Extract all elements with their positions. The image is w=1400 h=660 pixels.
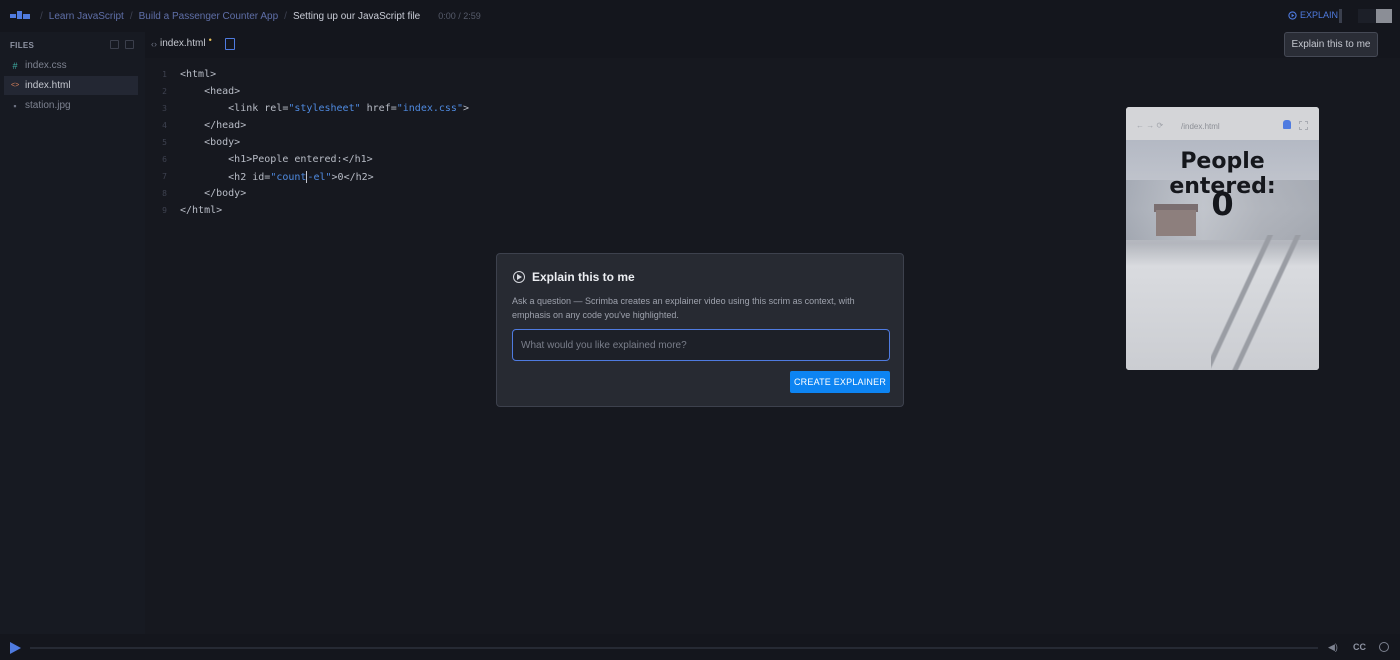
time-display: 0:00 / 2:59	[438, 11, 481, 21]
explain-label: EXPLAIN	[1300, 10, 1339, 20]
breadcrumb-lesson: Setting up our JavaScript file	[292, 10, 421, 22]
layout-toggle-right[interactable]	[1376, 9, 1392, 23]
preview-count: 0	[1211, 185, 1234, 223]
html-file-icon: <>	[11, 82, 20, 89]
explain-button[interactable]: EXPLAIN	[1288, 10, 1338, 20]
explain-question-input[interactable]	[512, 329, 890, 361]
bell-icon[interactable]	[1283, 120, 1291, 129]
editor-tabs: ‹› index.html •	[145, 32, 1400, 58]
new-file-icon[interactable]	[110, 40, 119, 49]
play-icon[interactable]	[10, 642, 21, 654]
play-circle-icon	[513, 271, 525, 283]
code-line: 2 <head>	[162, 86, 241, 97]
file-label: station.jpg	[25, 100, 71, 111]
settings-icon[interactable]	[1379, 642, 1389, 652]
code-line: 8 </body>	[162, 188, 247, 199]
file-item-station-jpg[interactable]: ▪ station.jpg	[4, 96, 138, 115]
captions-button[interactable]: CC	[1353, 642, 1366, 652]
breadcrumb-module[interactable]: Build a Passenger Counter App	[139, 11, 279, 22]
code-line: 3 <link rel="stylesheet" href="index.css…	[162, 103, 470, 114]
divider	[1339, 9, 1342, 23]
player-bar: ◀) CC	[0, 634, 1400, 660]
code-line: 5 <body>	[162, 137, 241, 148]
file-item-index-html[interactable]: <> index.html	[4, 76, 138, 95]
new-folder-icon[interactable]	[125, 40, 134, 49]
code-line: 6 <h1>People entered:</h1>	[162, 154, 373, 165]
code-line: 1 <html>	[162, 69, 217, 80]
file-label: index.css	[25, 60, 67, 71]
code-line: 4 </head>	[162, 120, 247, 131]
image-file-icon: ▪	[13, 100, 17, 111]
expand-icon[interactable]	[1299, 121, 1308, 130]
breadcrumb-course[interactable]: Learn JavaScript	[49, 11, 124, 22]
new-file-tab-icon[interactable]	[225, 38, 235, 50]
explain-icon	[1288, 10, 1297, 20]
preview-nav-icons[interactable]: ← → ⟳	[1136, 121, 1163, 130]
modal-title: Explain this to me	[532, 270, 635, 284]
explain-modal: Explain this to me Ask a question — Scri…	[496, 253, 904, 407]
breadcrumb: / Learn JavaScript / Build a Passenger C…	[40, 10, 481, 22]
html-tab-icon: ‹›	[151, 38, 157, 49]
file-label: index.html	[25, 80, 71, 91]
modified-indicator: •	[208, 34, 212, 45]
modal-description: Ask a question — Scrimba creates an expl…	[512, 296, 855, 320]
files-sidebar: FILES # index.css <> index.html ▪ statio…	[0, 32, 145, 634]
progress-bar[interactable]	[30, 647, 1318, 649]
scrimba-logo-icon[interactable]	[10, 11, 30, 21]
volume-icon[interactable]: ◀)	[1328, 642, 1339, 652]
preview-toolbar: ← → ⟳ /index.html	[1126, 107, 1319, 140]
preview-url: /index.html	[1181, 122, 1220, 131]
create-explainer-button[interactable]: CREATE EXPLAINER	[790, 371, 890, 393]
file-item-index-css[interactable]: # index.css	[4, 56, 138, 75]
css-file-icon: #	[12, 60, 18, 71]
code-line: 7 <h2 id="count-el">0</h2>	[162, 170, 374, 183]
code-line: 9 </html>	[162, 205, 223, 216]
browser-preview: ← → ⟳ /index.html People entered: 0	[1126, 107, 1319, 370]
files-header: FILES	[10, 41, 35, 50]
top-bar: / Learn JavaScript / Build a Passenger C…	[0, 0, 1400, 32]
layout-toggle-left[interactable]	[1358, 9, 1376, 23]
tab-label: index.html	[160, 38, 206, 49]
tab-index-html[interactable]: ‹› index.html •	[151, 34, 212, 50]
